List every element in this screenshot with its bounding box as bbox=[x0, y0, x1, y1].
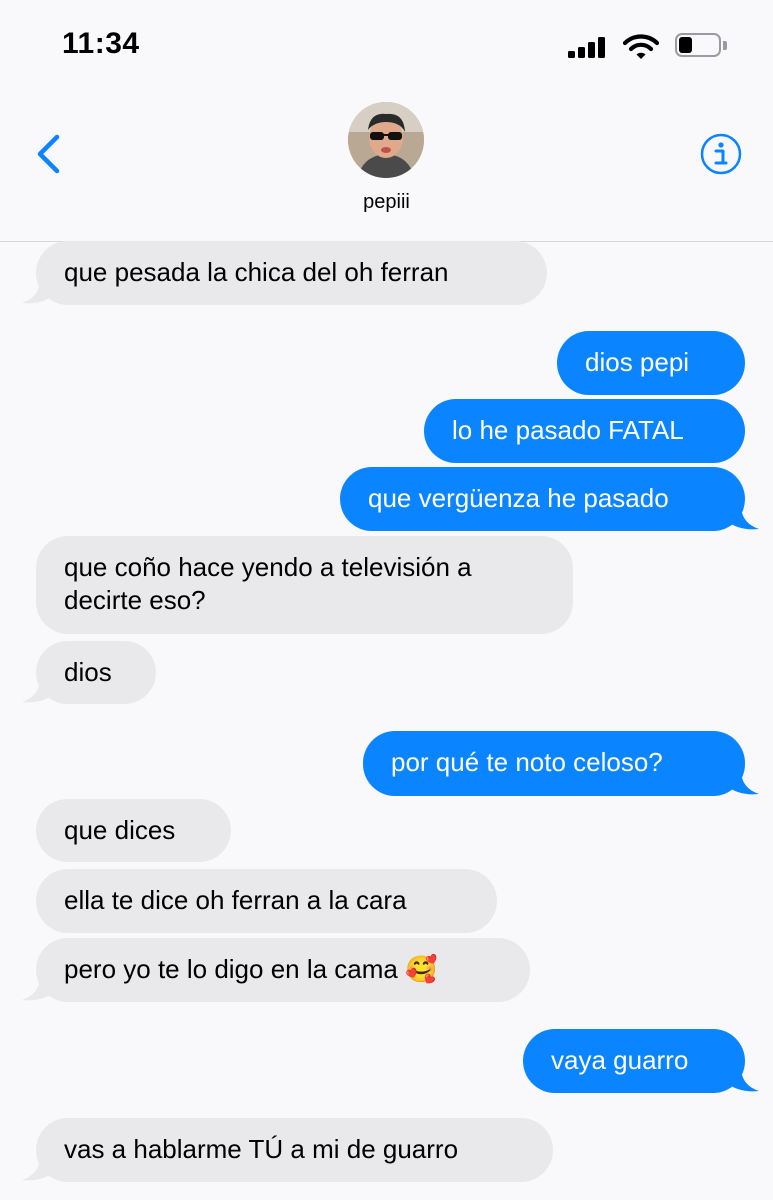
status-bar: 11:34 bbox=[0, 0, 773, 90]
cellular-signal-icon bbox=[568, 36, 610, 58]
received-message-bubble[interactable]: dios bbox=[36, 641, 156, 704]
sent-message-bubble[interactable]: dios pepi bbox=[557, 331, 745, 395]
sent-message-bubble[interactable]: que vergüenza he pasado bbox=[340, 467, 745, 531]
conversation-header: pepiii bbox=[0, 90, 773, 242]
received-message-bubble[interactable]: que coño hace yendo a televisión a decir… bbox=[36, 536, 573, 634]
contact-avatar[interactable] bbox=[348, 102, 424, 178]
status-time: 11:34 bbox=[62, 27, 140, 60]
wifi-icon bbox=[623, 34, 659, 59]
battery-icon bbox=[675, 33, 727, 59]
received-message-bubble[interactable]: ella te dice oh ferran a la cara bbox=[36, 869, 497, 933]
received-message-bubble[interactable]: que dices bbox=[36, 799, 231, 862]
received-message-bubble[interactable]: que pesada la chica del oh ferran bbox=[36, 241, 547, 305]
sent-message-bubble[interactable]: por qué te noto celoso? bbox=[363, 731, 745, 796]
received-message-bubble[interactable]: vas a hablarme TÚ a mi de guarro bbox=[36, 1118, 553, 1182]
info-icon[interactable] bbox=[700, 133, 742, 175]
sent-message-bubble[interactable]: lo he pasado FATAL bbox=[424, 399, 745, 463]
sent-message-bubble[interactable]: vaya guarro bbox=[523, 1029, 745, 1093]
back-chevron-icon[interactable] bbox=[32, 132, 66, 176]
received-message-bubble[interactable]: pero yo te lo digo en la cama 🥰 bbox=[36, 938, 530, 1002]
contact-name[interactable]: pepiii bbox=[0, 191, 773, 214]
